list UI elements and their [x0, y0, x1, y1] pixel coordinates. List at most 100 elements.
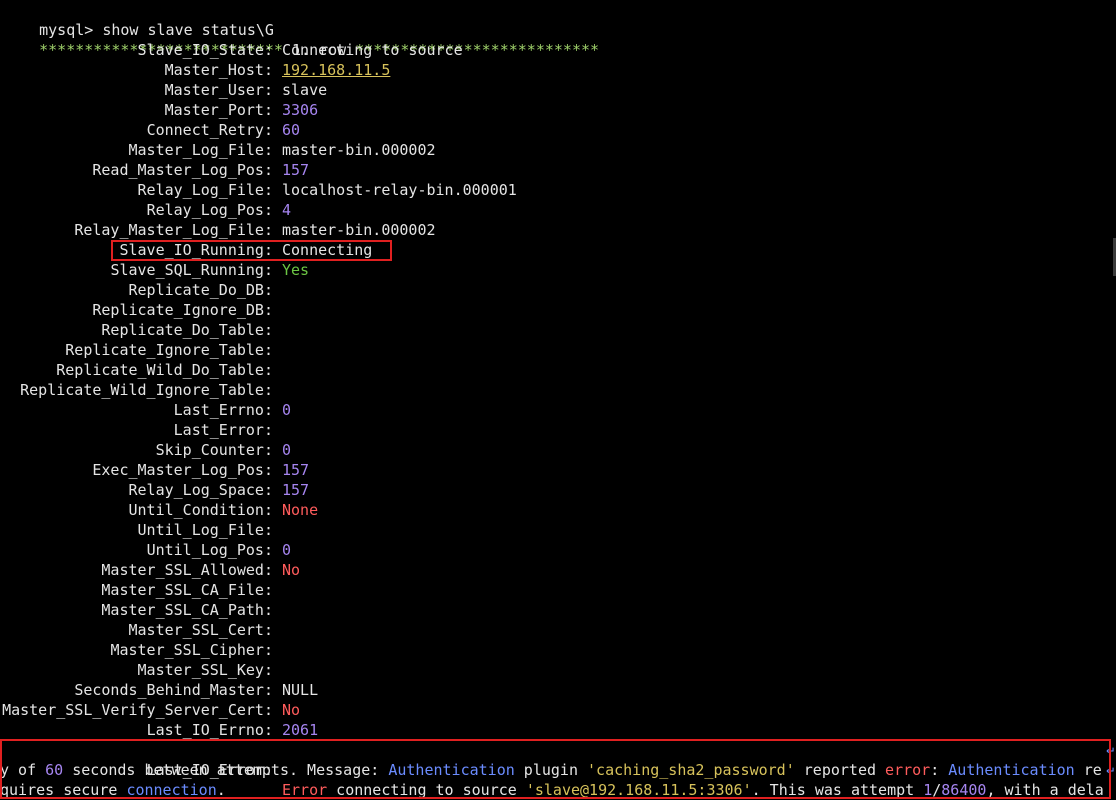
- field-row-master-ssl-ca-path: Master_SSL_CA_Path:: [0, 600, 1116, 620]
- field-key: Master_SSL_CA_Path:: [101, 601, 273, 619]
- field-row-connect-retry: Connect_Retry: 60: [0, 120, 1116, 140]
- field-key-text: Last_Errno: [173, 401, 264, 419]
- field-key: Master_SSL_Key:: [137, 661, 273, 679]
- field-key: Master_SSL_Cipher:: [110, 641, 273, 659]
- field-row-replicate-ignore-table: Replicate_Ignore_Table:: [0, 340, 1116, 360]
- field-key: Master_User:: [164, 81, 273, 99]
- field-row-master-log-file: Master_Log_File: master-bin.000002: [0, 140, 1116, 160]
- field-row-master-ssl-ca-file: Master_SSL_CA_File:: [0, 580, 1116, 600]
- field-key: Relay_Log_Pos:: [146, 201, 273, 219]
- field-row-master-host: Master_Host: 192.168.11.5: [0, 60, 1116, 80]
- field-row-relay-log-file: Relay_Log_File: localhost-relay-bin.00000…: [0, 180, 1116, 200]
- field-value: NULL: [282, 681, 319, 699]
- field-value: 157: [282, 461, 310, 479]
- field-key: Slave_SQL_Running:: [110, 261, 273, 279]
- field-value: master-bin.000002: [282, 141, 436, 159]
- field-value: 0: [282, 401, 292, 419]
- row-header: *************************** 1. row *****…: [3, 20, 599, 59]
- field-key: Relay_Master_Log_File:: [74, 221, 273, 239]
- field-row-relay-log-pos: Relay_Log_Pos: 4: [0, 200, 1116, 220]
- field-row-until-log-file: Until_Log_File:: [0, 520, 1116, 540]
- field-key-text: Skip_Counter: [155, 441, 264, 459]
- field-row-last-errno: Last_Errno: 0: [0, 400, 1116, 420]
- field-key: Replicate_Do_Table:: [101, 321, 273, 339]
- field-value: 157: [282, 481, 310, 499]
- field-value: Yes: [282, 261, 310, 279]
- field-key: Replicate_Ignore_Table:: [65, 341, 273, 359]
- field-row-until-log-pos: Until_Log_Pos: 0: [0, 540, 1116, 560]
- field-row-slave-sql-running: Slave_SQL_Running: Yes: [0, 260, 1116, 280]
- field-row-master-ssl-cert: Master_SSL_Cert:: [0, 620, 1116, 640]
- field-key-text: Until_Log_File: [137, 521, 264, 539]
- field-key-text: Read_Master_Log_Pos: [92, 161, 264, 179]
- highlight-box-slave-io-running: [111, 240, 392, 261]
- field-value: 157: [282, 161, 310, 179]
- field-value: 3306: [282, 101, 319, 119]
- field-row-slave-io-state: Slave_IO_State: Connecting to source: [0, 40, 1116, 60]
- field-value: Connecting to source: [282, 41, 463, 59]
- field-row-skip-counter: Skip_Counter: 0: [0, 440, 1116, 460]
- field-key: Last_Errno:: [173, 401, 273, 419]
- field-key-text: Master_Log_File: [128, 141, 264, 159]
- field-value: No: [282, 561, 301, 579]
- field-key: Replicate_Ignore_DB:: [92, 301, 273, 319]
- field-row-relay-log-space: Relay_Log_Space: 157: [0, 480, 1116, 500]
- field-key: Last_Error:: [173, 421, 273, 439]
- field-row-last-error: Last_Error:: [0, 420, 1116, 440]
- field-key-text: Replicate_Ignore_Table: [65, 341, 264, 359]
- field-key: Until_Log_Pos:: [146, 541, 273, 559]
- field-key-text: Master_Host: [164, 61, 264, 79]
- field-value: 2061: [282, 721, 319, 739]
- field-key: Master_SSL_CA_File:: [101, 581, 273, 599]
- field-key-text: Relay_Log_File: [137, 181, 264, 199]
- field-key-text: Replicate_Do_Table: [101, 321, 264, 339]
- field-key: Until_Log_File:: [137, 521, 273, 539]
- field-key: Replicate_Do_DB:: [128, 281, 274, 299]
- field-key: Master_Port:: [164, 101, 273, 119]
- field-row-exec-master-log-pos: Exec_Master_Log_Pos: 157: [0, 460, 1116, 480]
- field-row-replicate-ignore-db: Replicate_Ignore_DB:: [0, 300, 1116, 320]
- field-key: Exec_Master_Log_Pos:: [92, 461, 273, 479]
- field-key-text: Seconds_Behind_Master: [74, 681, 264, 699]
- field-key: Master_SSL_Verify_Server_Cert:: [2, 701, 273, 719]
- field-key-text: Master_SSL_Key: [137, 661, 264, 679]
- field-key-text: Relay_Log_Space: [128, 481, 264, 499]
- field-key: Master_SSL_Allowed:: [101, 561, 273, 579]
- field-value: 60: [282, 121, 301, 139]
- field-key: Read_Master_Log_Pos:: [92, 161, 273, 179]
- terminal-window[interactable]: mysql> show slave status\G *************…: [0, 0, 1116, 800]
- field-key: Master_SSL_Cert:: [128, 621, 274, 639]
- field-key-text: Until_Condition: [128, 501, 264, 519]
- field-key-text: Master_SSL_Cert: [128, 621, 264, 639]
- field-key: Master_Host:: [164, 61, 273, 79]
- field-value: 192.168.11.5: [282, 61, 391, 79]
- field-key: Until_Condition:: [128, 501, 274, 519]
- field-row-master-ssl-verify-server-cert: Master_SSL_Verify_Server_Cert: No: [0, 700, 1116, 720]
- field-key: Master_Log_File:: [128, 141, 274, 159]
- field-value: slave: [282, 81, 328, 99]
- field-key: Connect_Retry:: [146, 121, 273, 139]
- field-key-text: Until_Log_Pos: [146, 541, 264, 559]
- field-value: 0: [282, 541, 292, 559]
- field-key: Skip_Counter:: [155, 441, 273, 459]
- field-key: Relay_Log_Space:: [128, 481, 274, 499]
- field-key-text: Master_SSL_Allowed: [101, 561, 264, 579]
- field-row-replicate-wild-do-table: Replicate_Wild_Do_Table:: [0, 360, 1116, 380]
- field-key: Last_IO_Errno:: [146, 721, 273, 739]
- field-key-text: Replicate_Do_DB: [128, 281, 264, 299]
- field-row-master-ssl-allowed: Master_SSL_Allowed: No: [0, 560, 1116, 580]
- field-key-text: Master_SSL_CA_File: [101, 581, 264, 599]
- field-key-text: Relay_Master_Log_File: [74, 221, 264, 239]
- field-row-replicate-do-table: Replicate_Do_Table:: [0, 320, 1116, 340]
- command-line: mysql> show slave status\G: [3, 0, 274, 39]
- field-key-text: Slave_IO_State: [137, 41, 264, 59]
- field-key-text: Slave_SQL_Running: [110, 261, 264, 279]
- field-value: master-bin.000002: [282, 221, 436, 239]
- field-key: Seconds_Behind_Master:: [74, 681, 273, 699]
- field-row-relay-master-log-file: Relay_Master_Log_File: master-bin.000002: [0, 220, 1116, 240]
- field-row-master-port: Master_Port: 3306: [0, 100, 1116, 120]
- field-value: None: [282, 501, 319, 519]
- highlight-box-last-io-error: [0, 739, 1111, 799]
- field-key-text: Connect_Retry: [146, 121, 264, 139]
- field-key-text: Master_SSL_CA_Path: [101, 601, 264, 619]
